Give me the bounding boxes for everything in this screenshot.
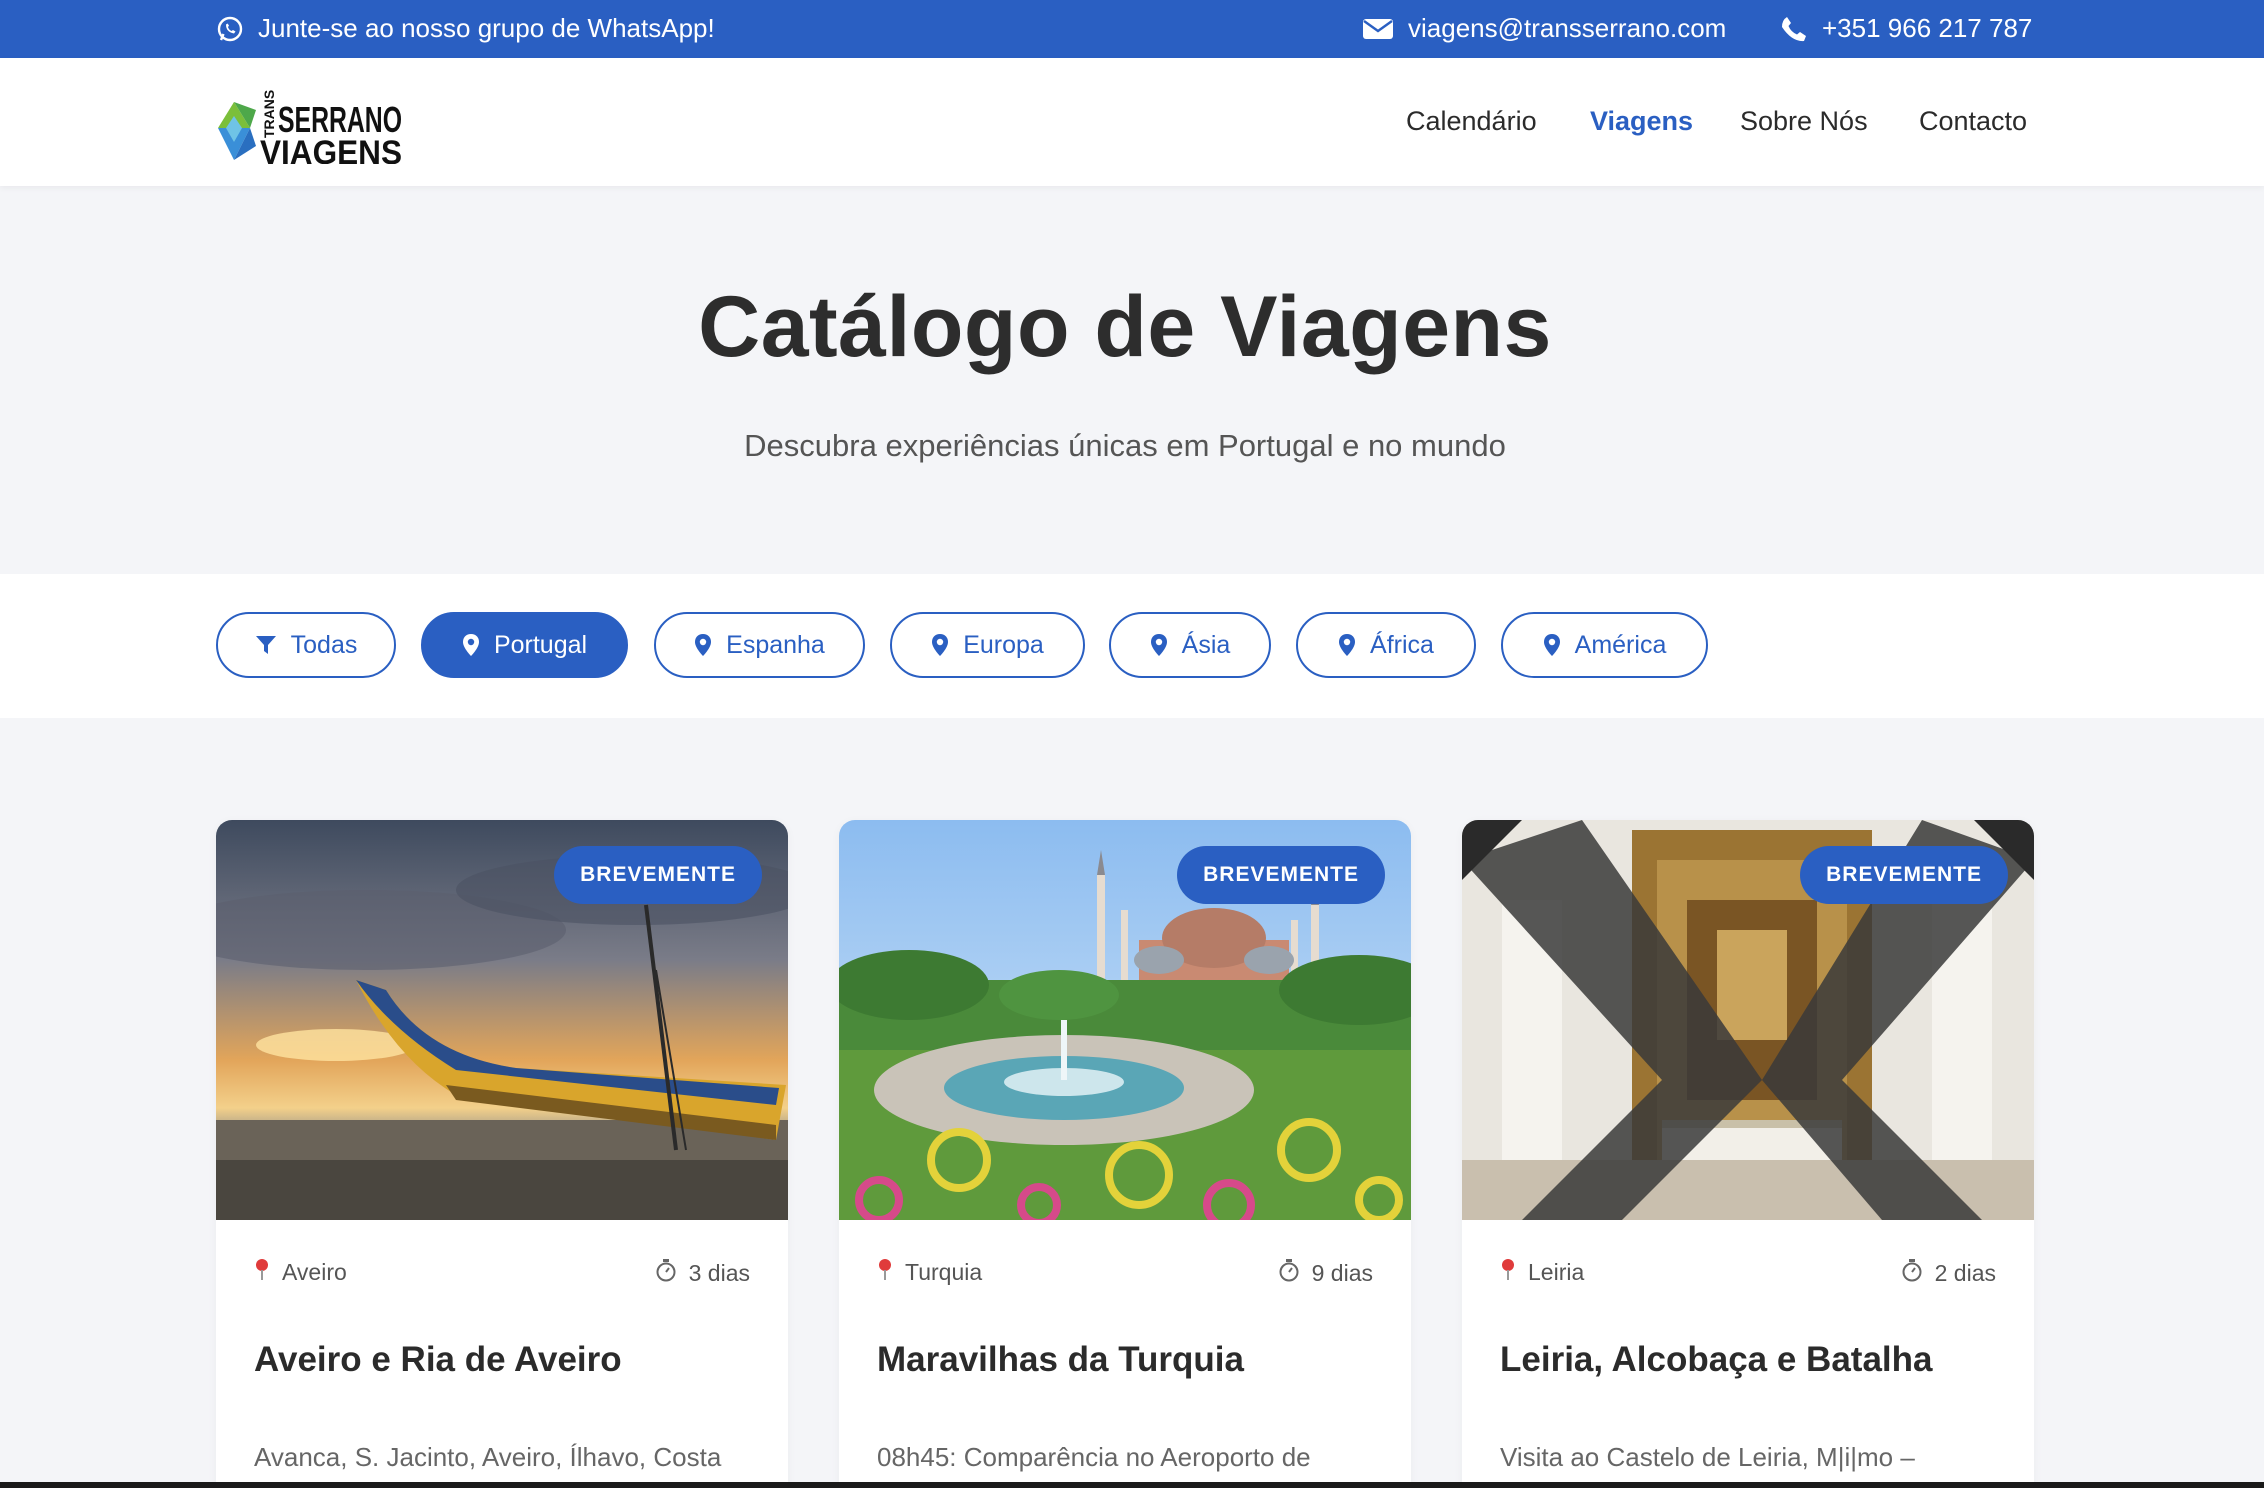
trip-image: BREVEMENTE (839, 820, 1411, 1220)
phone-icon (1780, 15, 1808, 43)
nav-calendario[interactable]: Calendário (1406, 106, 1537, 137)
nav-viagens[interactable]: Viagens (1590, 106, 1693, 137)
page-title: Catálogo de Viagens (698, 279, 1552, 375)
map-pin-icon (1150, 633, 1168, 657)
status-badge: BREVEMENTE (1177, 846, 1385, 904)
filter-icon (255, 634, 277, 656)
window-bottom-edge (0, 1482, 2264, 1488)
filter-europa[interactable]: Europa (890, 612, 1085, 678)
logo-trans-text: TRANS (261, 90, 277, 138)
filter-label: Espanha (726, 630, 825, 659)
trip-location-text: Turquia (905, 1258, 983, 1285)
whatsapp-icon (216, 15, 244, 43)
stopwatch-icon (655, 1258, 677, 1288)
map-pin-icon (877, 1258, 893, 1286)
nav-contacto[interactable]: Contacto (1919, 106, 2027, 137)
whatsapp-link[interactable]: Junte-se ao nosso grupo de WhatsApp! (216, 13, 715, 44)
trip-card-aveiro[interactable]: BREVEMENTE Aveiro 3 dias Aveiro e Ria de… (216, 820, 788, 1488)
stopwatch-icon (1278, 1258, 1300, 1288)
trip-location: Turquia (877, 1258, 982, 1286)
trip-duration-text: 9 dias (1311, 1259, 1373, 1286)
trip-duration-text: 2 dias (1934, 1259, 1996, 1286)
filter-label: Portugal (493, 630, 588, 659)
top-contact-bar: Junte-se ao nosso grupo de WhatsApp! via… (0, 0, 2264, 58)
filter-portugal[interactable]: Portugal (421, 612, 628, 678)
filter-asia[interactable]: Ásia (1109, 612, 1271, 678)
trip-image: BREVEMENTE (1462, 820, 2034, 1220)
filter-label: Ásia (1181, 630, 1231, 659)
whatsapp-text: Junte-se ao nosso grupo de WhatsApp! (258, 13, 715, 43)
trip-duration: 2 dias (1901, 1258, 1996, 1288)
filter-label: Todas (290, 630, 358, 659)
trip-card-turquia[interactable]: BREVEMENTE Turquia 9 dias Maravilhas da … (839, 820, 1411, 1488)
status-badge: BREVEMENTE (1800, 846, 2008, 904)
region-filter-bar: Todas Portugal Espanha Europa Ásia Áfric… (0, 574, 2264, 718)
trip-location: Leiria (1500, 1258, 1584, 1286)
envelope-icon (1362, 17, 1394, 41)
trip-location-text: Aveiro (282, 1258, 347, 1285)
trip-location-text: Leiria (1528, 1258, 1585, 1285)
map-pin-icon (694, 633, 712, 657)
filter-africa[interactable]: África (1296, 612, 1476, 678)
filter-label: América (1574, 630, 1667, 659)
logo-viagens-text: VIAGENS (260, 134, 402, 164)
filter-todas[interactable]: Todas (216, 612, 396, 678)
status-badge: BREVEMENTE (554, 846, 762, 904)
trip-location: Aveiro (254, 1258, 347, 1286)
email-link[interactable]: viagens@transserrano.com (1362, 13, 1726, 44)
trip-title[interactable]: Leiria, Alcobaça e Batalha (1500, 1340, 2014, 1380)
trip-title[interactable]: Maravilhas da Turquia (877, 1340, 1391, 1380)
filter-label: Europa (963, 630, 1044, 659)
trip-description: Visita ao Castelo de Leiria, M|i|mo – (1500, 1442, 1915, 1472)
site-logo[interactable]: TRANS SERRANO VIAGENS (216, 80, 406, 172)
phone-link[interactable]: +351 966 217 787 (1780, 13, 2032, 44)
map-pin-icon (1338, 633, 1356, 657)
email-address: viagens@transserrano.com (1408, 13, 1727, 43)
trip-image: BREVEMENTE (216, 820, 788, 1220)
filter-label: África (1370, 630, 1434, 659)
filter-espanha[interactable]: Espanha (654, 612, 865, 678)
trip-card-leiria[interactable]: BREVEMENTE Leiria 2 dias Leiria, Alcobaç… (1462, 820, 2034, 1488)
stopwatch-icon (1901, 1258, 1923, 1288)
trip-duration-text: 3 dias (688, 1259, 750, 1286)
trip-title[interactable]: Aveiro e Ria de Aveiro (254, 1340, 768, 1380)
map-pin-icon (931, 633, 949, 657)
trip-duration: 9 dias (1278, 1258, 1373, 1288)
map-pin-icon (1543, 633, 1561, 657)
filter-america[interactable]: América (1501, 612, 1708, 678)
map-pin-icon (254, 1258, 270, 1286)
phone-number: +351 966 217 787 (1822, 13, 2033, 43)
trip-description: 08h45: Comparência no Aeroporto de (877, 1442, 1311, 1472)
trip-description: Avanca, S. Jacinto, Aveiro, Ílhavo, Cost… (254, 1442, 722, 1472)
nav-sobre-nos[interactable]: Sobre Nós (1740, 106, 1868, 137)
trip-duration: 3 dias (655, 1258, 750, 1288)
page-subtitle: Descubra experiências únicas em Portugal… (744, 428, 1506, 463)
map-pin-icon (462, 633, 480, 657)
site-header: TRANS SERRANO VIAGENS Calendário Viagens… (0, 58, 2264, 186)
map-pin-icon (1500, 1258, 1516, 1286)
